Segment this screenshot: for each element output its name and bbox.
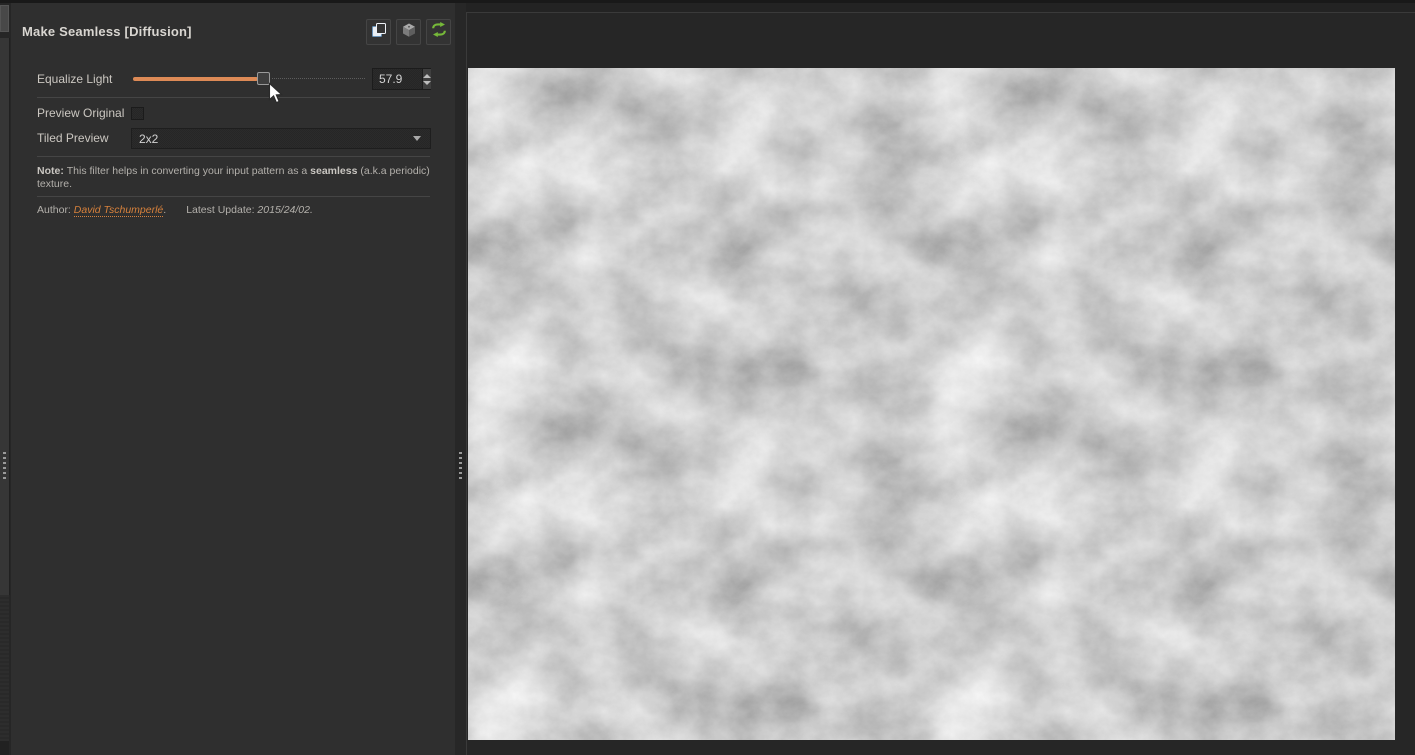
latest-update-value: 2015/24/02. [257, 204, 312, 216]
section-divider [37, 196, 430, 197]
rail-bottom-edge [0, 741, 9, 755]
equalize-light-slider-handle[interactable] [257, 72, 270, 85]
note-bold-word: seamless [310, 165, 357, 177]
equalize-light-spinbox [372, 68, 431, 90]
section-divider [37, 156, 430, 157]
tiled-preview-label: Tiled Preview [37, 131, 109, 145]
gmic-cube-icon [401, 22, 417, 43]
duplicate-layers-icon [371, 22, 387, 43]
gmic-cube-button[interactable] [396, 19, 421, 45]
preview-splitter-handle[interactable] [459, 452, 462, 480]
equalize-light-slider-track[interactable] [272, 78, 365, 79]
author-period: . [163, 204, 166, 216]
gmic-filter-dialog: Make Seamless [Diffusion] [0, 0, 1415, 755]
note-prefix: Note: [37, 165, 67, 177]
author-label: Author: [37, 204, 74, 216]
tiled-texture-preview[interactable] [468, 68, 1395, 740]
spinner-up-icon[interactable] [423, 74, 431, 78]
equalize-light-label: Equalize Light [37, 72, 112, 86]
spinner-down-icon[interactable] [423, 81, 431, 85]
section-divider [37, 97, 430, 98]
rail-widget-sliver [0, 5, 9, 32]
preview-splitter-zone [455, 3, 466, 755]
refresh-icon [430, 22, 448, 42]
author-link[interactable]: David Tschumperlé [74, 204, 164, 217]
rail-texture-strip [0, 595, 9, 741]
rail-scrollbar-trough [0, 38, 10, 595]
chevron-down-icon [413, 136, 421, 141]
filter-title: Make Seamless [Diffusion] [22, 24, 192, 39]
equalize-light-value-input[interactable] [373, 69, 422, 89]
refresh-button[interactable] [426, 19, 451, 45]
equalize-light-spinner[interactable] [422, 69, 431, 89]
equalize-light-slider-fill [133, 77, 258, 81]
duplicate-layers-button[interactable] [366, 19, 391, 45]
left-splitter-handle[interactable] [3, 452, 6, 480]
preview-original-label: Preview Original [37, 106, 124, 120]
author-line: Author: David Tschumperlé. Latest Update:… [37, 204, 313, 216]
note-body: This filter helps in converting your inp… [67, 165, 310, 177]
latest-update-label: Latest Update: [186, 204, 257, 216]
tiled-preview-dropdown[interactable]: 2x2 [131, 128, 431, 149]
tiled-preview-selected-value: 2x2 [132, 132, 413, 146]
preview-original-checkbox[interactable] [131, 107, 144, 120]
filter-note: Note: This filter helps in converting yo… [37, 165, 435, 191]
